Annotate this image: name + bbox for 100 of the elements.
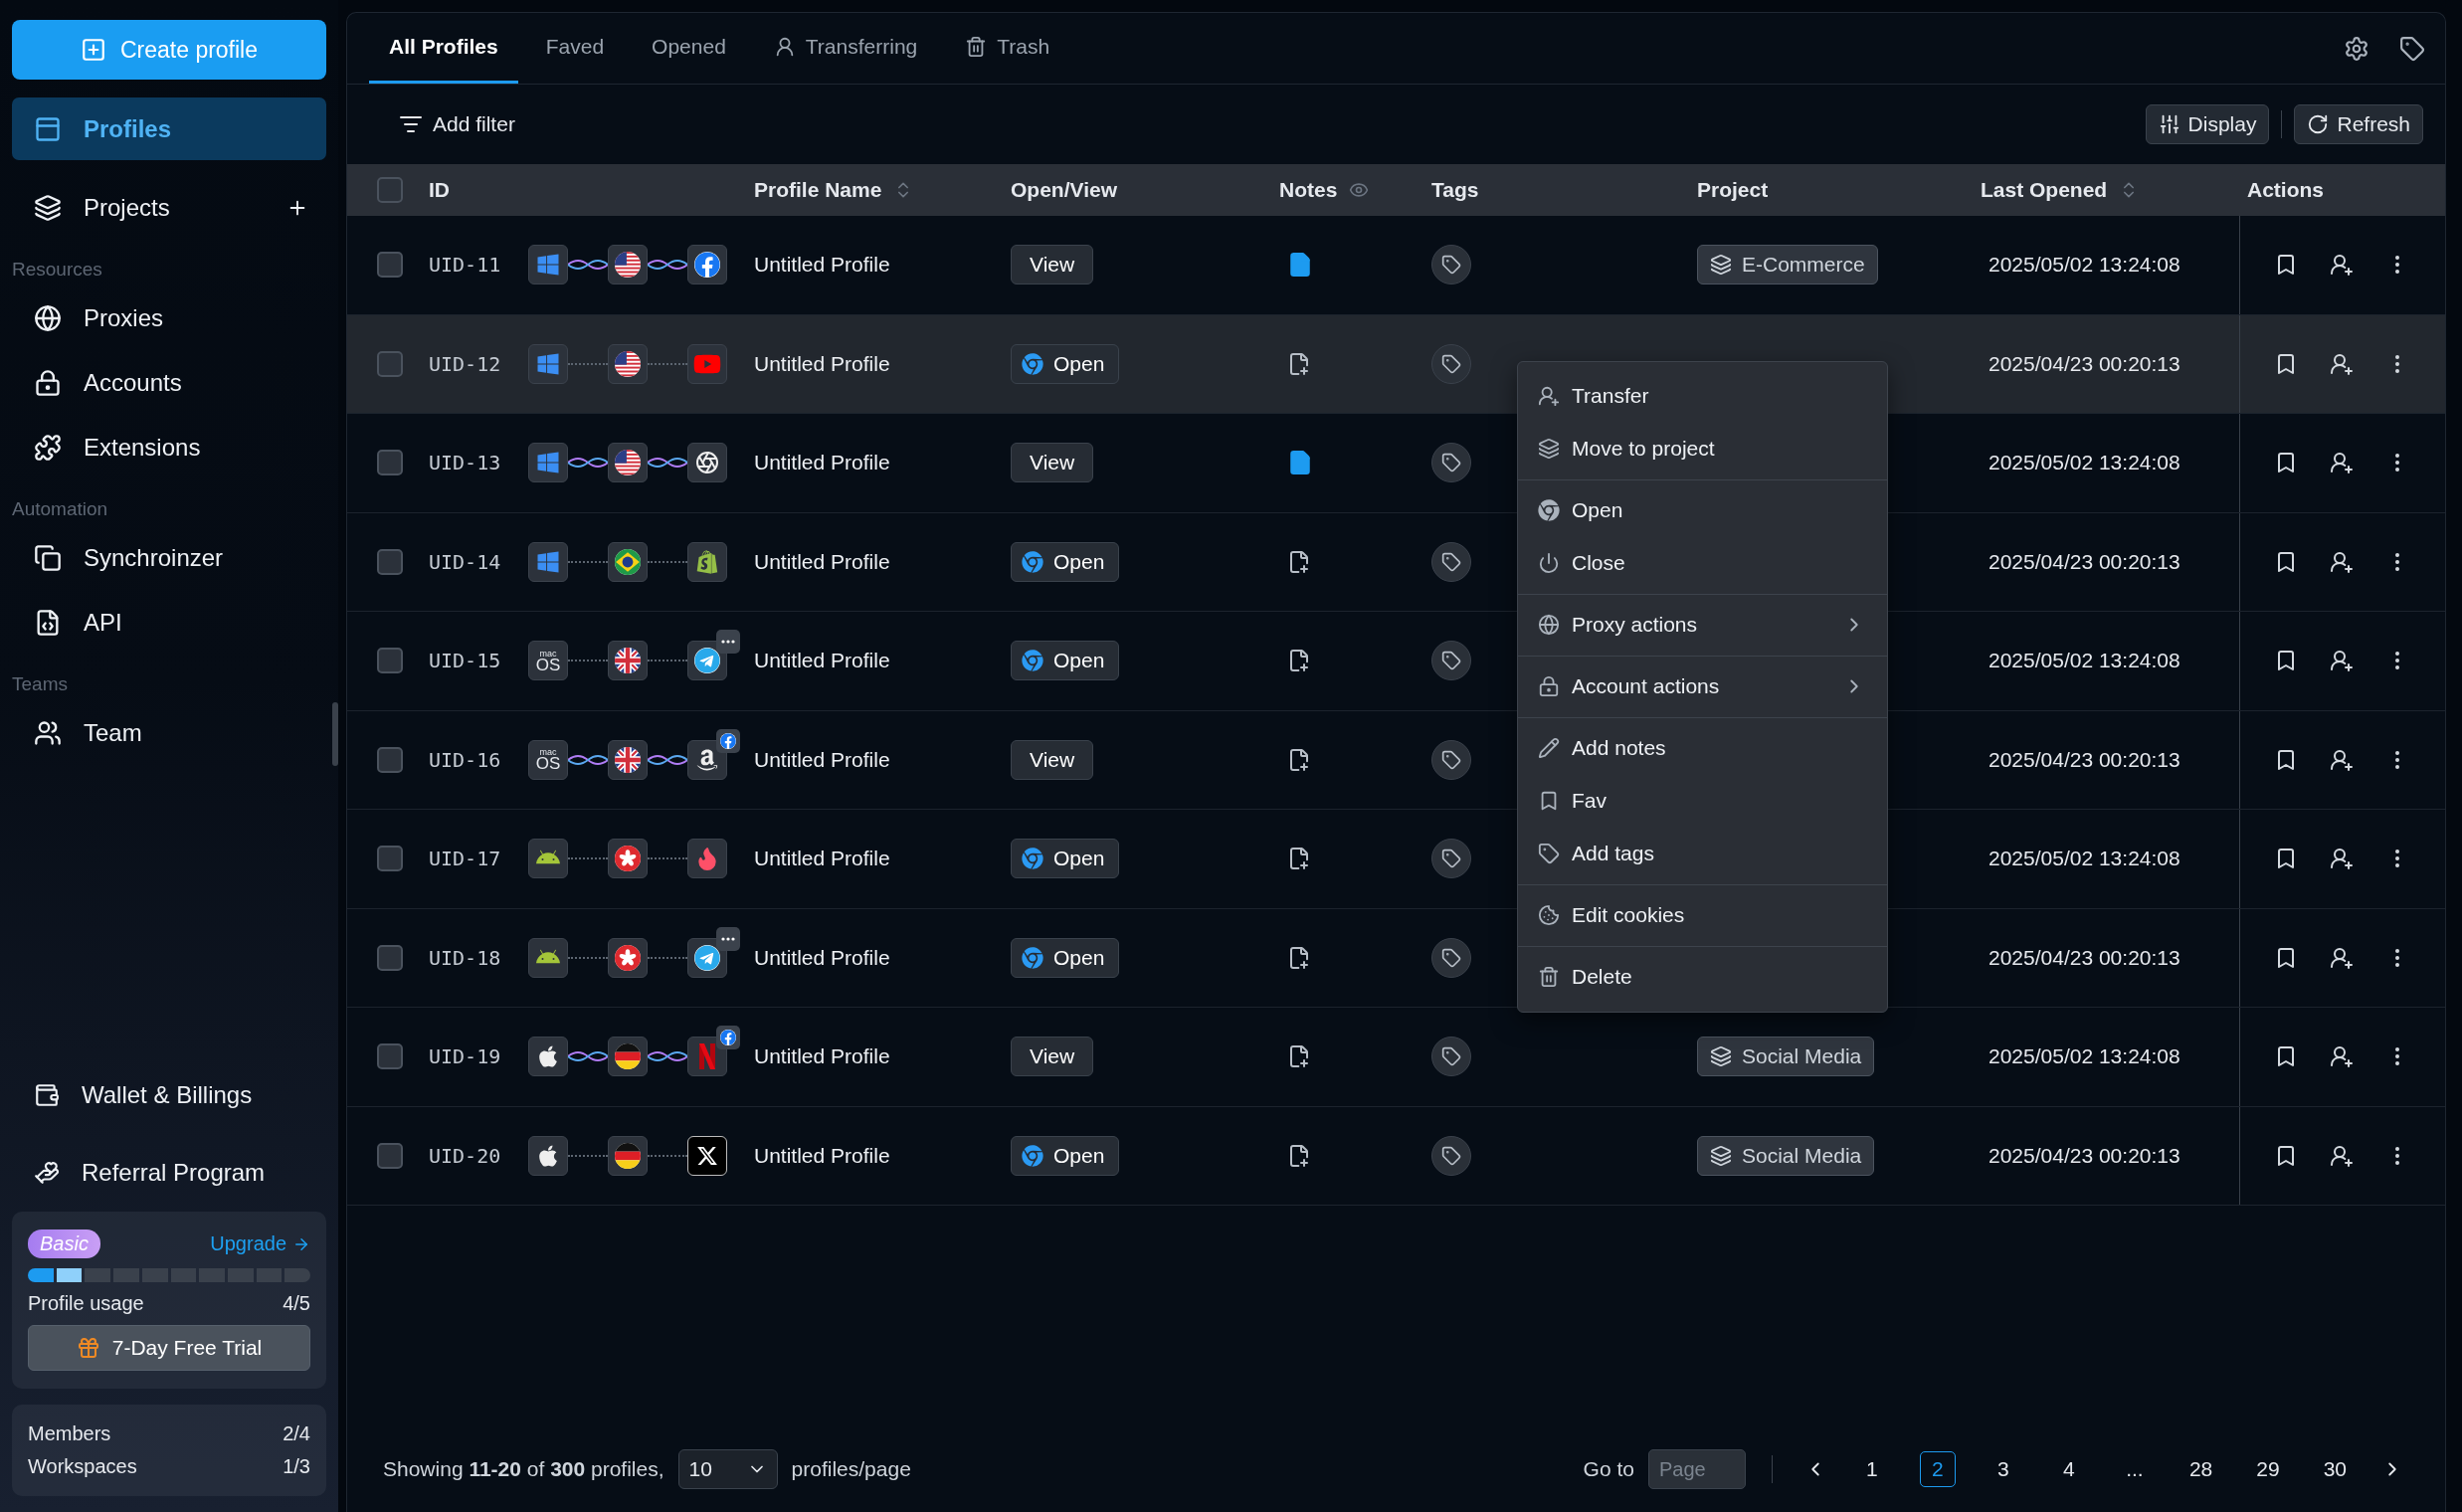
add-note-icon[interactable] (1287, 649, 1311, 673)
open-button[interactable]: Open (1011, 1135, 1120, 1176)
upgrade-link[interactable]: Upgrade (210, 1232, 310, 1255)
user-plus-icon[interactable] (2330, 451, 2354, 475)
add-note-icon[interactable] (1287, 945, 1311, 970)
add-note-icon[interactable] (1287, 1143, 1311, 1168)
view-button[interactable]: View (1011, 443, 1094, 483)
refresh-button[interactable]: Refresh (2294, 104, 2423, 144)
page-button[interactable]: 4 (2050, 1451, 2087, 1487)
amazon-icon (695, 747, 719, 772)
sidebar-item[interactable]: Profiles (12, 97, 326, 160)
add-note-icon[interactable] (1287, 747, 1311, 772)
menu-item[interactable]: Transfer (1518, 369, 1887, 423)
add-note-icon[interactable] (1287, 1044, 1311, 1069)
page-button[interactable]: 28 (2181, 1451, 2220, 1487)
page-button[interactable]: 1 (1853, 1451, 1890, 1487)
tag-button[interactable] (1431, 641, 1471, 681)
user-plus-icon[interactable] (2330, 253, 2354, 278)
menu-item[interactable]: Close (1518, 536, 1887, 590)
user-plus-icon[interactable] (2330, 549, 2354, 574)
page-button[interactable]: 30 (2316, 1451, 2354, 1487)
free-trial-button[interactable]: 7-Day Free Trial (28, 1325, 310, 1371)
tab[interactable]: Opened (632, 13, 746, 84)
open-button[interactable]: Open (1011, 343, 1120, 384)
tag-icon[interactable] (2399, 35, 2425, 62)
row-checkbox[interactable] (377, 350, 403, 377)
add-note-icon[interactable] (1287, 549, 1311, 574)
open-button[interactable]: Open (1011, 839, 1120, 879)
row-checkbox[interactable] (377, 450, 403, 476)
last-opened-date: 2025/04/23 00:20:13 (1988, 1143, 2180, 1168)
sidebar-item[interactable]: Extensions (12, 416, 326, 478)
row-checkbox[interactable] (377, 548, 403, 575)
page-button[interactable]: 3 (1985, 1451, 2021, 1487)
menu-item[interactable]: Edit cookies (1518, 888, 1887, 942)
tab[interactable]: Transferring (753, 13, 938, 84)
user-plus-icon[interactable] (2330, 1044, 2354, 1069)
page-button[interactable]: ... (2116, 1451, 2153, 1487)
page-size-select[interactable]: 10 (677, 1449, 778, 1489)
tag-button[interactable] (1431, 1037, 1471, 1077)
menu-item[interactable]: Add notes (1518, 721, 1887, 775)
page-button[interactable]: 29 (2249, 1451, 2287, 1487)
sidebar-item[interactable]: Referral Program (12, 1134, 326, 1212)
add-filter-button[interactable]: Add filter (393, 111, 521, 137)
sidebar-item[interactable]: Wallet & Billings (12, 1056, 326, 1134)
add-note-icon[interactable] (1287, 847, 1311, 871)
menu-item[interactable]: Account actions (1518, 660, 1887, 713)
menu-item[interactable]: Move to project (1518, 422, 1887, 475)
menu-item[interactable]: Add tags (1518, 827, 1887, 880)
sidebar-item[interactable]: Team (12, 701, 326, 764)
user-plus-icon[interactable] (2330, 1143, 2354, 1168)
menu-item[interactable]: Open (1518, 483, 1887, 537)
row-checkbox[interactable] (377, 252, 403, 279)
menu-item[interactable]: Delete (1518, 950, 1887, 1004)
view-button[interactable]: View (1011, 739, 1094, 780)
row-checkbox[interactable] (377, 1043, 403, 1070)
row-checkbox[interactable] (377, 746, 403, 773)
user-plus-icon[interactable] (2330, 847, 2354, 871)
row-checkbox[interactable] (377, 944, 403, 971)
tag-button[interactable] (1431, 739, 1471, 780)
add-note-icon[interactable] (1287, 351, 1311, 376)
menu-item[interactable]: Fav (1518, 774, 1887, 828)
row-checkbox[interactable] (377, 1142, 403, 1169)
profile-id: UID-16 (429, 747, 501, 772)
page-button[interactable]: 2 (1919, 1451, 1956, 1487)
tab[interactable]: All Profiles (369, 13, 518, 84)
display-button[interactable]: Display (2145, 104, 2270, 144)
open-button[interactable]: Open (1011, 641, 1120, 681)
eye-icon[interactable] (1349, 180, 1370, 200)
sidebar-item[interactable]: Projects (12, 176, 326, 239)
row-checkbox[interactable] (377, 846, 403, 872)
sidebar-item[interactable]: Accounts (12, 351, 326, 414)
row-checkbox[interactable] (377, 648, 403, 674)
last-opened-date: 2025/05/02 13:24:08 (1988, 649, 2180, 673)
open-button[interactable]: Open (1011, 937, 1120, 978)
page-input[interactable]: Page (1647, 1449, 1746, 1489)
tab[interactable]: Trash (945, 13, 1070, 84)
settings-icon[interactable] (2344, 35, 2369, 62)
user-plus-icon[interactable] (2330, 351, 2354, 376)
sidebar-item[interactable]: Synchroinzer (12, 526, 326, 589)
user-plus-icon[interactable] (2330, 945, 2354, 970)
tag-button[interactable] (1431, 1135, 1471, 1176)
tag-button[interactable] (1431, 343, 1471, 384)
user-plus-icon[interactable] (2330, 747, 2354, 772)
tag-button[interactable] (1431, 541, 1471, 582)
view-button[interactable]: View (1011, 245, 1094, 285)
note-icon[interactable] (1287, 450, 1313, 476)
note-icon[interactable] (1287, 252, 1313, 279)
tag-button[interactable] (1431, 443, 1471, 483)
select-all-checkbox[interactable] (377, 177, 403, 203)
open-button[interactable]: Open (1011, 541, 1120, 582)
view-button[interactable]: View (1011, 1037, 1094, 1077)
sidebar-item[interactable]: Proxies (12, 286, 326, 349)
tab[interactable]: Faved (525, 13, 625, 84)
tag-button[interactable] (1431, 839, 1471, 879)
sidebar-item[interactable]: API (12, 591, 326, 654)
menu-item[interactable]: Proxy actions (1518, 598, 1887, 652)
tag-button[interactable] (1431, 937, 1471, 978)
tag-button[interactable] (1431, 245, 1471, 285)
user-plus-icon[interactable] (2330, 649, 2354, 673)
flag-icon (615, 746, 641, 773)
